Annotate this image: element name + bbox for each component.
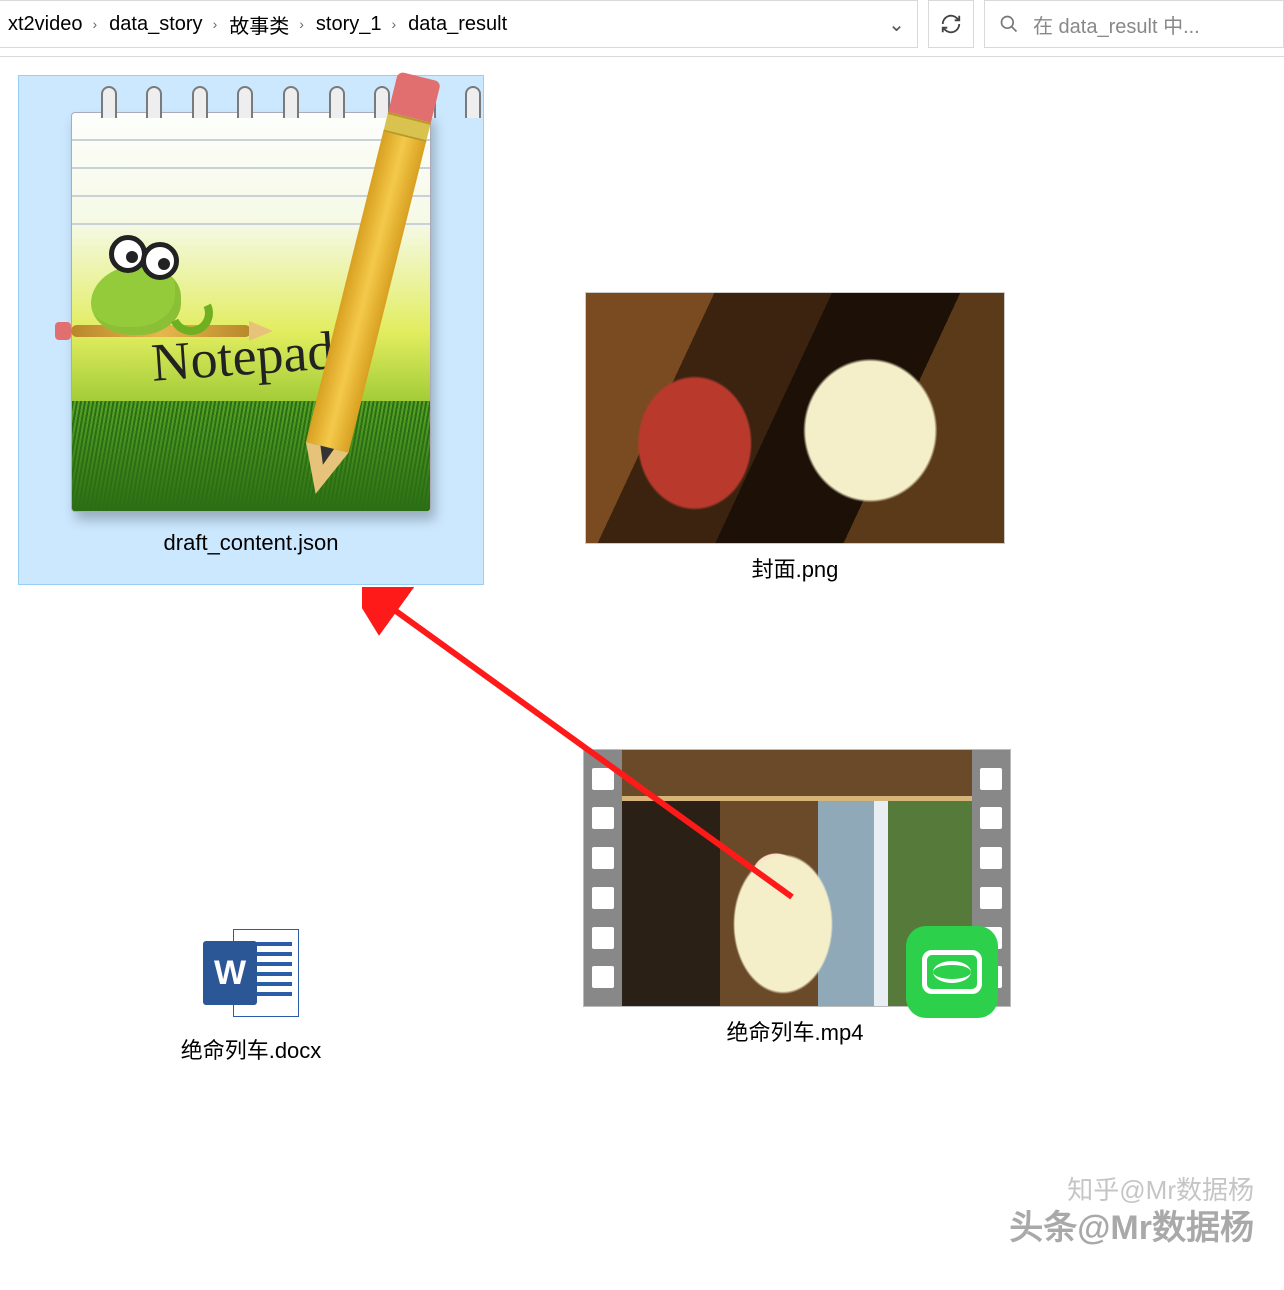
search-icon [999,14,1019,34]
file-grid[interactable]: Notepad++ draft_content.json 封面.png W 绝命… [0,57,1284,1289]
video-thumbnail [583,749,1011,1007]
file-label: 封面.png [583,552,1007,584]
chevron-right-icon: › [213,16,218,32]
breadcrumb-label: data_story [109,13,202,36]
breadcrumb-label: xt2video [8,13,83,36]
word-document-icon: W [203,929,299,1025]
file-item-cover-png[interactable]: 封面.png [576,285,1014,605]
file-label: draft_content.json [25,530,477,556]
breadcrumb-label: 故事类 [229,10,289,39]
file-item-draft-content-json[interactable]: Notepad++ draft_content.json [18,75,484,585]
video-player-badge-icon [906,926,998,1018]
film-strip-icon [584,750,622,1006]
search-placeholder: 在 data_result 中... [1033,10,1200,39]
breadcrumb-item-4[interactable]: data_result [402,1,513,47]
notepadpp-icon: Notepad++ [31,82,471,522]
breadcrumb-label: story_1 [316,13,382,36]
refresh-button[interactable] [928,0,974,48]
file-item-mp4[interactable]: 绝命列车.mp4 [576,742,1014,1072]
chevron-right-icon: › [299,16,304,32]
breadcrumb[interactable]: xt2video › data_story › 故事类 › story_1 › … [0,0,918,48]
refresh-icon [940,13,962,35]
chevron-right-icon: › [93,16,98,32]
file-item-docx[interactable]: W 绝命列车.docx [126,922,376,1112]
breadcrumb-label: data_result [408,13,507,36]
breadcrumb-item-1[interactable]: data_story › [103,1,223,47]
file-label: 绝命列车.docx [133,1033,369,1065]
breadcrumb-item-2[interactable]: 故事类 › [223,1,310,47]
breadcrumb-dropdown[interactable]: ⌄ [879,1,913,47]
watermark-text: 头条@Mr数据杨 [1009,1200,1254,1249]
breadcrumb-item-3[interactable]: story_1 › [310,1,402,47]
chevron-right-icon: › [392,16,397,32]
search-input[interactable]: 在 data_result 中... [984,0,1284,48]
chevron-down-icon: ⌄ [888,12,905,37]
breadcrumb-item-0[interactable]: xt2video › [2,1,103,47]
image-thumbnail [585,292,1005,544]
file-label: 绝命列车.mp4 [583,1015,1007,1047]
